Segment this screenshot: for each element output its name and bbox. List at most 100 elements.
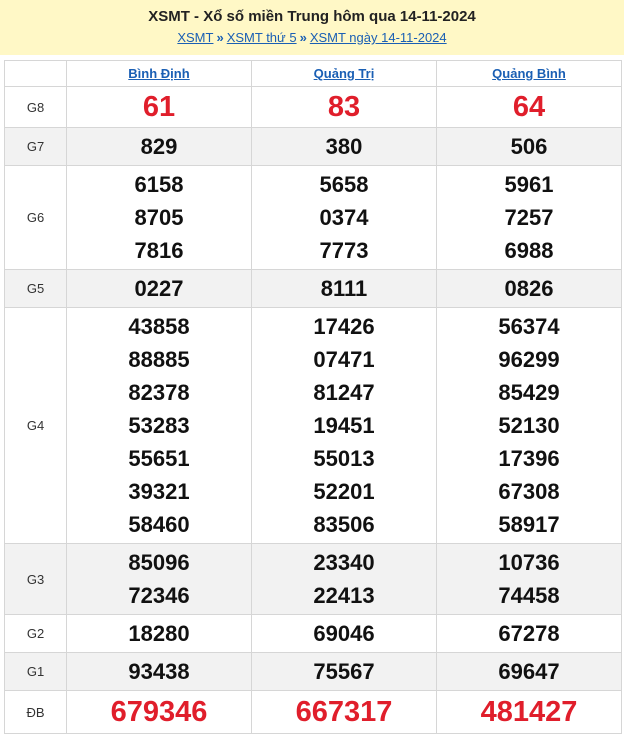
breadcrumb: XSMT» XSMT thứ 5» XSMT ngày 14-11-2024 (0, 30, 624, 45)
prize-label: ĐB (4, 690, 67, 734)
prize-row-g2: G2 18280 69046 67278 (4, 614, 622, 653)
result-number: 81247 (313, 380, 375, 405)
province-link-quang-binh[interactable]: Quảng Bình (436, 60, 622, 87)
result-cell: 67278 (436, 614, 622, 653)
result-number: 58917 (498, 512, 560, 537)
result-number: 679346 (110, 696, 208, 728)
result-number: 17396 (498, 446, 560, 471)
breadcrumb-separator: » (299, 30, 307, 45)
result-cell: 93438 (66, 652, 252, 691)
breadcrumb-separator: » (216, 30, 224, 45)
prize-row-db: ĐB 679346 667317 481427 (4, 690, 622, 734)
result-number: 7257 (504, 205, 554, 230)
prize-label: G3 (4, 543, 67, 615)
result-number: 83506 (313, 512, 375, 537)
prize-body: G8 61 83 64 G7 829 380 506 G6 6158 8705 7816 5658 037… (4, 86, 622, 734)
result-number: 506 (510, 134, 548, 159)
result-cell: 83 (251, 86, 437, 128)
result-number: 0374 (319, 205, 369, 230)
result-number: 72346 (128, 583, 190, 608)
result-cell: 61 (66, 86, 252, 128)
result-cell: 481427 (436, 690, 622, 734)
result-cell: 69647 (436, 652, 622, 691)
result-cell: 18280 (66, 614, 252, 653)
prize-row-g6: G6 6158 8705 7816 5658 0374 7773 5961 7257 6988 (4, 165, 622, 270)
result-cell: 17426 07471 81247 19451 55013 52201 83506 (251, 307, 437, 544)
prize-row-g7: G7 829 380 506 (4, 127, 622, 166)
result-number: 481427 (480, 696, 578, 728)
prize-label: G6 (4, 165, 67, 270)
result-number: 829 (140, 134, 178, 159)
result-number: 380 (325, 134, 363, 159)
result-number: 7773 (319, 238, 369, 263)
prize-label: G8 (4, 86, 67, 128)
prize-row-g8: G8 61 83 64 (4, 86, 622, 128)
breadcrumb-link-xsmt[interactable]: XSMT (177, 30, 213, 45)
breadcrumb-link-xsmt-thu-5[interactable]: XSMT thứ 5 (227, 30, 297, 45)
result-cell: 5658 0374 7773 (251, 165, 437, 270)
result-number: 55013 (313, 446, 375, 471)
corner-cell (4, 60, 67, 87)
result-cell: 23340 22413 (251, 543, 437, 615)
result-number: 18280 (128, 621, 190, 646)
result-number: 69647 (498, 659, 560, 684)
page-header: XSMT - Xổ số miền Trung hôm qua 14-11-20… (0, 0, 624, 55)
result-number: 93438 (128, 659, 190, 684)
result-cell: 6158 8705 7816 (66, 165, 252, 270)
result-number: 83 (327, 91, 361, 123)
result-cell: 506 (436, 127, 622, 166)
prize-row-g4: G4 43858 88885 82378 53283 55651 39321 58460 174… (4, 307, 622, 544)
result-number: 19451 (313, 413, 375, 438)
result-number: 85096 (128, 550, 190, 575)
result-number: 0227 (134, 276, 184, 301)
result-number: 52130 (498, 413, 560, 438)
result-cell: 829 (66, 127, 252, 166)
breadcrumb-link-xsmt-date[interactable]: XSMT ngày 14-11-2024 (310, 30, 447, 45)
result-number: 667317 (295, 696, 393, 728)
result-number: 55651 (128, 446, 190, 471)
result-number: 7816 (134, 238, 184, 263)
result-cell: 75567 (251, 652, 437, 691)
result-cell: 679346 (66, 690, 252, 734)
result-cell: 0826 (436, 269, 622, 308)
result-number: 61 (142, 91, 176, 123)
result-number: 6158 (134, 172, 184, 197)
result-number: 56374 (498, 314, 560, 339)
result-cell: 8111 (251, 269, 437, 308)
result-cell: 0227 (66, 269, 252, 308)
result-number: 39321 (128, 479, 190, 504)
result-number: 75567 (313, 659, 375, 684)
result-number: 5658 (319, 172, 369, 197)
result-cell: 64 (436, 86, 622, 128)
result-number: 82378 (128, 380, 190, 405)
prize-row-g5: G5 0227 8111 0826 (4, 269, 622, 308)
result-number: 5961 (504, 172, 554, 197)
result-number: 69046 (313, 621, 375, 646)
result-cell: 56374 96299 85429 52130 17396 67308 58917 (436, 307, 622, 544)
prize-label: G7 (4, 127, 67, 166)
result-number: 58460 (128, 512, 190, 537)
result-number: 67278 (498, 621, 560, 646)
province-header-row: Bình Định Quảng Trị Quảng Bình (4, 60, 622, 87)
result-number: 74458 (498, 583, 560, 608)
result-cell: 43858 88885 82378 53283 55651 39321 58460 (66, 307, 252, 544)
result-number: 07471 (313, 347, 375, 372)
result-cell: 667317 (251, 690, 437, 734)
result-number: 23340 (313, 550, 375, 575)
province-link-quang-tri[interactable]: Quảng Trị (251, 60, 437, 87)
prize-label: G4 (4, 307, 67, 544)
result-number: 6988 (504, 238, 554, 263)
result-cell: 10736 74458 (436, 543, 622, 615)
page-title: XSMT - Xổ số miền Trung hôm qua 14-11-20… (148, 8, 476, 25)
prize-row-g1: G1 93438 75567 69647 (4, 652, 622, 691)
result-number: 17426 (313, 314, 375, 339)
result-number: 43858 (128, 314, 190, 339)
result-cell: 380 (251, 127, 437, 166)
province-link-binh-dinh[interactable]: Bình Định (66, 60, 252, 87)
result-number: 0826 (504, 276, 554, 301)
result-number: 88885 (128, 347, 190, 372)
result-cell: 69046 (251, 614, 437, 653)
result-cell: 85096 72346 (66, 543, 252, 615)
prize-row-g3: G3 85096 72346 23340 22413 10736 74458 (4, 543, 622, 615)
result-number: 52201 (313, 479, 375, 504)
